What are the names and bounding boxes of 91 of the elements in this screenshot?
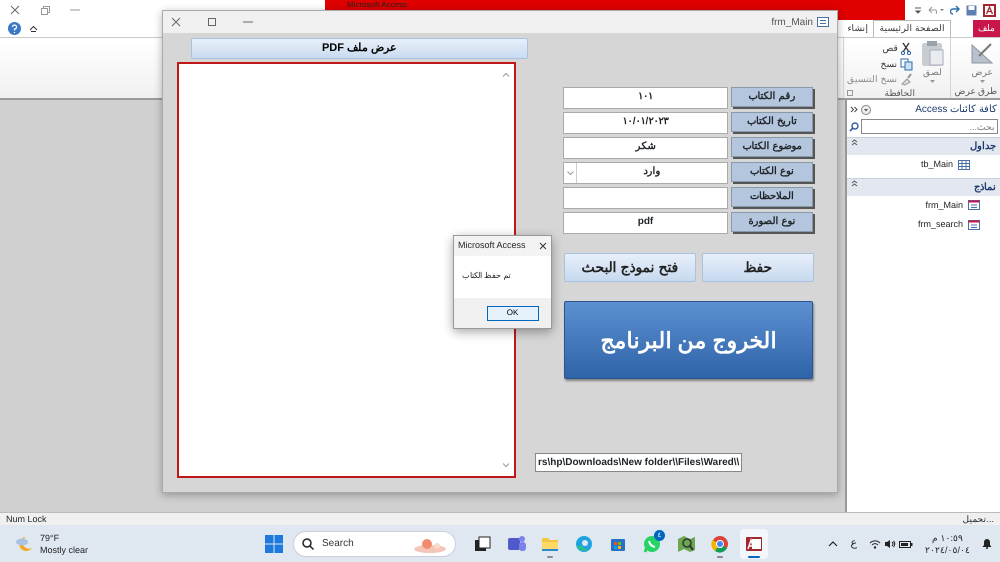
dialog-message: تم حفظ الكتاب bbox=[461, 270, 512, 282]
field-label: الملاحظات bbox=[731, 187, 813, 207]
form-icon bbox=[817, 17, 829, 27]
search-field[interactable]: Search bbox=[293, 530, 456, 556]
path-field[interactable]: rs\hp\Downloads\New folder\\Files\Wared\\ bbox=[535, 453, 742, 472]
dropdown-icon[interactable] bbox=[860, 104, 871, 114]
input-field[interactable]: شكر bbox=[563, 137, 728, 159]
caret-icon bbox=[566, 171, 574, 175]
clipboard-icon bbox=[919, 40, 946, 66]
input-field[interactable]: pdf bbox=[563, 212, 728, 234]
input-field[interactable] bbox=[563, 187, 728, 209]
status-text: Num Lock bbox=[6, 513, 47, 525]
temperature: 79°F bbox=[40, 532, 60, 544]
undo-icon[interactable] bbox=[928, 5, 944, 15]
view-button[interactable]: عرض bbox=[967, 40, 997, 82]
form-icon bbox=[968, 200, 980, 210]
browser-icon bbox=[574, 534, 594, 554]
search-icon[interactable] bbox=[849, 122, 859, 132]
table-icon bbox=[958, 160, 970, 170]
group-header[interactable]: نماذج bbox=[847, 178, 1000, 196]
object-item[interactable]: frm_Main bbox=[847, 196, 1000, 215]
field-label: تاريخ الكتاب bbox=[731, 112, 813, 132]
close-icon[interactable] bbox=[10, 5, 20, 15]
collapse-icon bbox=[851, 139, 858, 146]
input-field[interactable]: ١٠/٠١/٢٠٢٣ bbox=[563, 112, 728, 134]
dropdown-field[interactable]: وارد bbox=[563, 162, 728, 184]
maximize-icon[interactable] bbox=[207, 17, 217, 27]
window-title: Microsoft Access bbox=[347, 0, 408, 9]
restore-icon[interactable] bbox=[40, 5, 50, 15]
dialog-title: Microsoft Access bbox=[458, 239, 526, 252]
teams-icon bbox=[506, 534, 526, 554]
field-label: موضوع الكتاب bbox=[731, 137, 813, 157]
group-label: الحافظة bbox=[884, 86, 917, 100]
search-field[interactable]: بحث... bbox=[861, 119, 998, 134]
scroll-down-icon[interactable] bbox=[502, 463, 510, 468]
wifi-icon[interactable] bbox=[869, 538, 882, 548]
chat-phone-icon bbox=[642, 534, 662, 554]
redo-icon[interactable] bbox=[950, 5, 960, 15]
search-icon bbox=[302, 538, 314, 550]
taskbar-app[interactable] bbox=[740, 528, 768, 558]
group-label: طرق عرض bbox=[954, 84, 997, 98]
battery-icon[interactable] bbox=[898, 538, 913, 548]
paste-button[interactable]: لصق bbox=[917, 40, 948, 82]
input-field[interactable]: ١٠١ bbox=[563, 87, 728, 109]
copy-icon bbox=[900, 58, 914, 71]
field-label: رقم الكتاب bbox=[731, 87, 813, 107]
group-header[interactable]: جداول bbox=[847, 137, 1000, 155]
open-search-button[interactable]: فتح نموذج البحث bbox=[564, 253, 696, 282]
form-icon bbox=[968, 220, 980, 230]
ribbon-tab[interactable]: إنشاء bbox=[842, 20, 874, 37]
save-icon[interactable] bbox=[966, 4, 977, 16]
app-logo-icon bbox=[983, 4, 996, 16]
close-icon[interactable] bbox=[539, 242, 547, 250]
customize-icon[interactable] bbox=[914, 5, 922, 15]
help-icon[interactable] bbox=[8, 22, 21, 35]
clock-date[interactable]: ٢٠٢٤/٠٥/٠٤ bbox=[924, 544, 970, 556]
pane-title: كافة كائنات Access bbox=[915, 103, 997, 117]
scissors-icon bbox=[900, 42, 914, 56]
dialog-launcher-icon[interactable] bbox=[846, 90, 853, 96]
status-text: تحميل... bbox=[962, 513, 994, 525]
collapse-icon bbox=[851, 180, 858, 186]
speaker-icon[interactable] bbox=[884, 538, 896, 548]
paintbrush-icon bbox=[900, 73, 914, 86]
save-button[interactable]: حفظ bbox=[702, 253, 814, 282]
weather-condition: Mostly clear bbox=[40, 544, 88, 556]
field-label: نوع الكتاب bbox=[731, 162, 813, 182]
ok-button[interactable]: OK bbox=[486, 306, 538, 320]
window-title: frm_Main bbox=[771, 16, 813, 30]
show-pdf-button[interactable]: عرض ملف PDF bbox=[191, 38, 528, 59]
close-icon[interactable] bbox=[171, 17, 181, 27]
ribbon-tab[interactable]: الصفحة الرئيسية bbox=[873, 20, 951, 37]
chevron-up-icon[interactable] bbox=[828, 540, 838, 546]
field-label: نوع الصورة bbox=[731, 212, 813, 232]
caret-icon bbox=[930, 80, 935, 82]
collapse-ribbon-icon[interactable] bbox=[29, 25, 38, 32]
cut-button[interactable]: قص bbox=[846, 42, 914, 56]
collapse-pane-icon[interactable] bbox=[850, 106, 858, 113]
clock-time[interactable]: ١٠:٥٩ م bbox=[932, 532, 963, 544]
chrome-icon bbox=[710, 534, 730, 554]
bell-icon[interactable] bbox=[982, 538, 992, 549]
map-icon bbox=[676, 534, 696, 554]
file-tab[interactable]: ملف bbox=[973, 20, 1000, 37]
object-item[interactable]: frm_search bbox=[847, 215, 1000, 234]
start-icon[interactable] bbox=[265, 534, 283, 552]
copy-button[interactable]: نسخ bbox=[846, 58, 914, 71]
exit-button[interactable]: الخروج من البرنامج bbox=[564, 301, 813, 379]
object-item[interactable]: tb_Main bbox=[847, 155, 1000, 174]
caret-icon bbox=[980, 80, 984, 82]
scroll-up-icon[interactable] bbox=[502, 72, 510, 77]
windows-icon bbox=[472, 534, 492, 554]
language-indicator[interactable]: ع bbox=[850, 535, 858, 552]
